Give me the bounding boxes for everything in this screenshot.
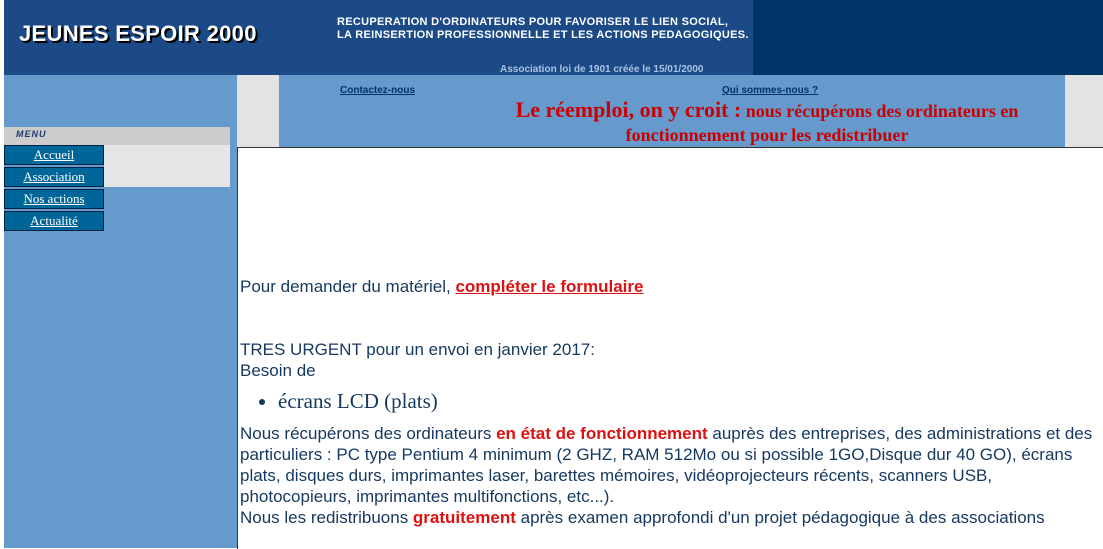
request-text: Pour demander du matériel, [240,277,456,296]
tagline-line-1: RECUPERATION D'ORDINATEURS POUR FAVORISE… [337,16,729,28]
menu-list: Accueil Association Nos actions Actualit… [4,145,104,233]
nav-spacer-right [1065,75,1103,147]
menu-link-association[interactable]: Association [23,169,84,184]
main-content: Pour demander du matériel, compléter le … [237,147,1103,549]
menu-item-accueil[interactable]: Accueil [4,145,104,165]
site-header: JEUNES ESPOIR 2000 RECUPERATION D'ORDINA… [4,0,1103,75]
tagline: RECUPERATION D'ORDINATEURS POUR FAVORISE… [337,16,749,42]
content-body: Pour demander du matériel, compléter le … [240,276,1100,528]
besoin-text: Besoin de [240,361,316,380]
redist-paragraph: Nous les redistribuons gratuitement aprè… [240,507,1100,528]
about-link[interactable]: Qui sommes-nous ? [722,85,818,96]
menu-link-accueil[interactable]: Accueil [34,147,74,162]
logo-banner: JEUNES ESPOIR 2000 RECUPERATION D'ORDINA… [4,0,753,75]
request-paragraph: Pour demander du matériel, compléter le … [240,276,1100,297]
redist-text: Nous les redistribuons [240,508,413,527]
sidebar: MENU Accueil Association Nos actions Act… [4,75,237,548]
menu-item-actualite[interactable]: Actualité [4,211,104,231]
top-nav: Contactez-nous Qui sommes-nous ? Le réem… [237,75,1103,147]
menu-spacer [104,145,230,187]
menu-item-association[interactable]: Association [4,167,104,187]
slogan-main: Le réemploi, on y croit : [515,97,742,122]
site-logo[interactable]: JEUNES ESPOIR 2000 [19,21,257,47]
needs-list: écrans LCD (plats) [240,387,1100,415]
menu-item-nos-actions[interactable]: Nos actions [4,189,104,209]
menu-label: MENU [16,129,47,139]
list-item: écrans LCD (plats) [278,387,1100,415]
tagline-line-2: LA REINSERTION PROFESSIONNELLE ET LES AC… [337,29,749,41]
menu-link-actualite[interactable]: Actualité [30,213,78,228]
menu-header: MENU [4,127,230,145]
contact-link[interactable]: Contactez-nous [340,85,415,96]
redist-highlight: gratuitement [412,508,516,527]
urgent-text: TRES URGENT pour un envoi en janvier 201… [240,340,595,359]
menu-link-nos-actions[interactable]: Nos actions [23,191,84,206]
slogan: Le réemploi, on y croit : nous récupéron… [477,98,1057,148]
nav-spacer-left [237,75,279,147]
redist-rest: après examen approfondi d'un projet péda… [515,508,1045,527]
recup-text: Nous récupérons des ordinateurs [240,424,497,443]
recup-highlight: en état de fonctionnement [496,424,708,443]
association-info: Association loi de 1901 créée le 15/01/2… [500,64,704,75]
recup-paragraph: Nous récupérons des ordinateurs en état … [240,423,1100,507]
form-link[interactable]: compléter le formulaire [455,277,643,296]
